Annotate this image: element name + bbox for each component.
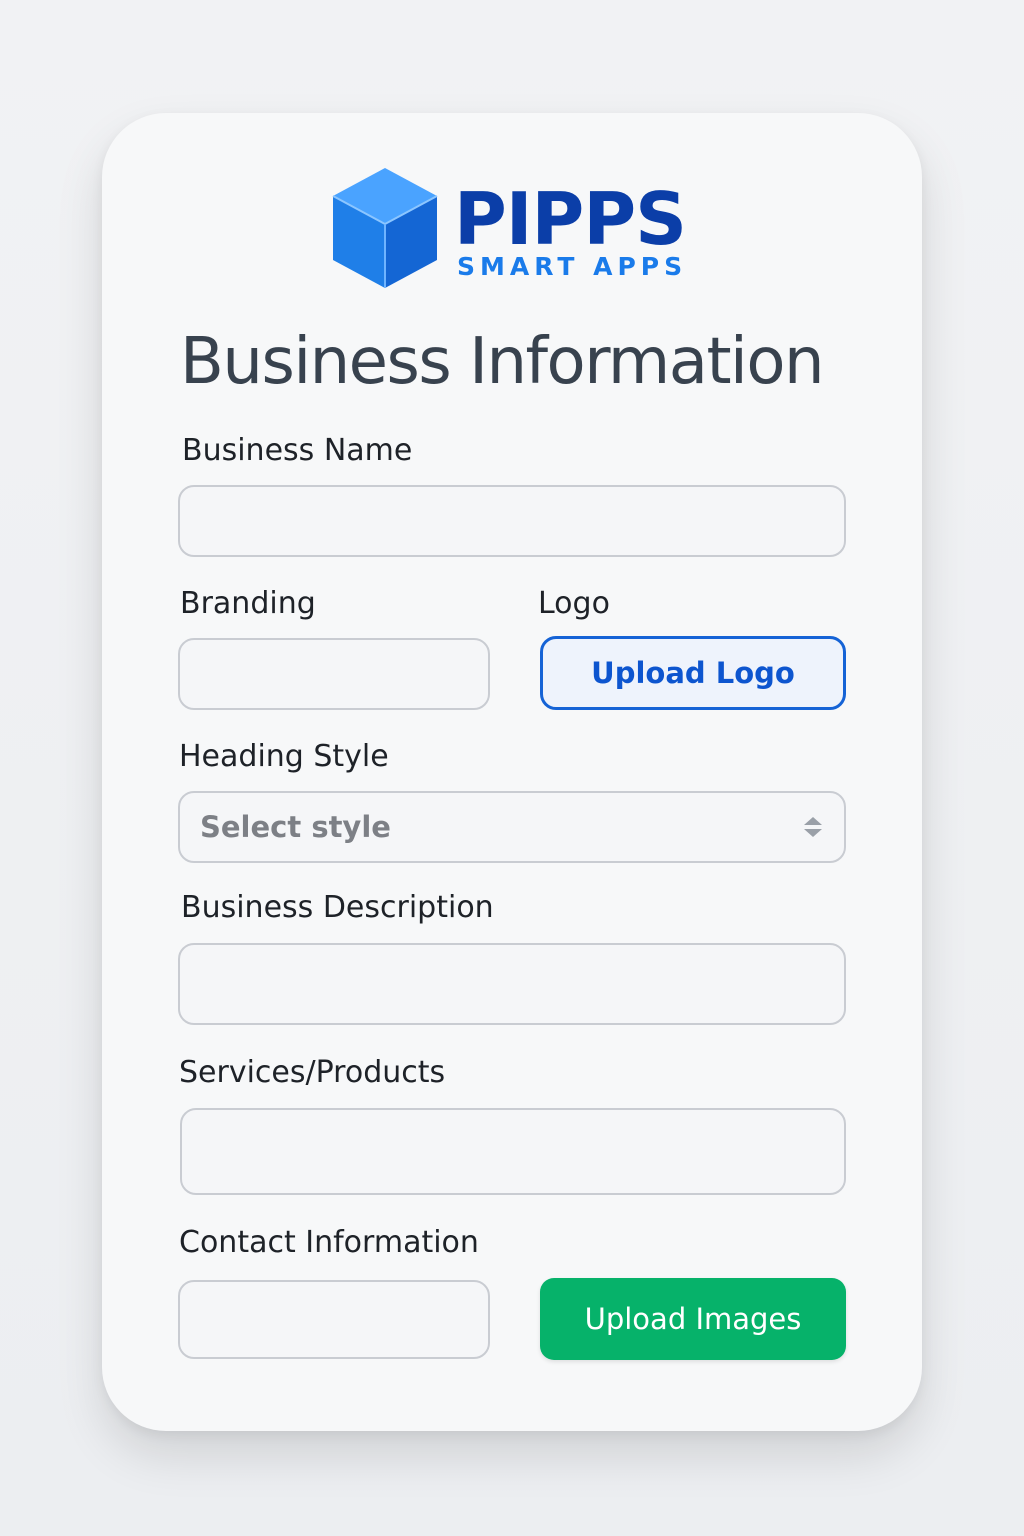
business-description-input[interactable] — [178, 943, 846, 1025]
heading-style-select[interactable]: Select style — [178, 791, 846, 863]
branding-input[interactable] — [178, 638, 490, 710]
services-products-label: Services/Products — [179, 1055, 446, 1090]
business-description-label: Business Description — [181, 890, 494, 925]
contact-information-input[interactable] — [178, 1280, 490, 1359]
upload-images-button[interactable]: Upload Images — [540, 1278, 846, 1360]
business-name-input[interactable] — [178, 485, 846, 557]
heading-style-value: Select style — [200, 810, 391, 844]
page-background: PIPPS SMART APPS Business Information Bu… — [0, 0, 1024, 1536]
updown-arrows-icon — [804, 817, 822, 837]
services-products-input[interactable] — [180, 1108, 846, 1195]
brand-name: PIPPS — [454, 177, 687, 261]
business-name-label: Business Name — [182, 433, 413, 468]
brand-tagline: SMART APPS — [457, 252, 688, 281]
heading-style-label: Heading Style — [179, 739, 389, 774]
cube-icon — [332, 168, 438, 288]
branding-label: Branding — [180, 586, 316, 621]
upload-logo-button[interactable]: Upload Logo — [540, 636, 846, 710]
page-title: Business Information — [180, 325, 825, 399]
brand-logo: PIPPS SMART APPS — [330, 166, 710, 290]
logo-label: Logo — [538, 586, 610, 621]
contact-information-label: Contact Information — [179, 1225, 479, 1260]
